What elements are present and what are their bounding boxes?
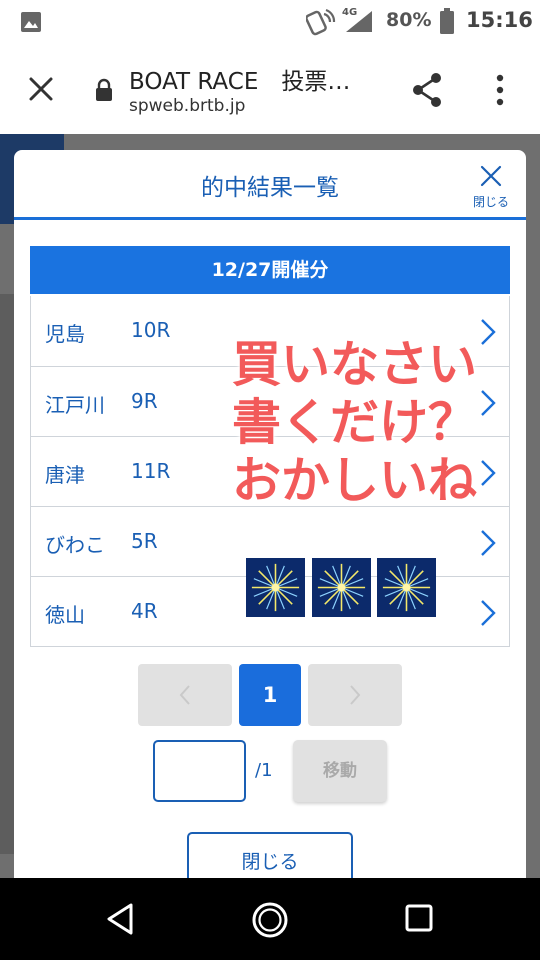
page-title: BOAT RACE 投票…: [129, 69, 351, 95]
page-number-button[interactable]: 1: [239, 664, 301, 726]
back-icon[interactable]: [104, 902, 136, 936]
race-venue: 江戸川: [45, 393, 105, 417]
battery-icon: [440, 8, 454, 34]
clock: 15:16: [466, 8, 533, 32]
recents-icon[interactable]: [404, 903, 434, 933]
gallery-icon: [21, 12, 41, 32]
race-venue: びわこ: [45, 533, 105, 557]
race-venue: 徳山: [45, 603, 85, 627]
overlay-annotation: 買いなさい 書くだけ？ おかしいね: [232, 336, 532, 510]
page-total: /1: [255, 760, 273, 781]
race-number: 10R: [131, 318, 171, 342]
hit-results-modal: 的中結果一覧 閉じる 12/27開催分 児島 10R 江戸川 9R 唐津 11R: [14, 150, 526, 910]
nfc-icon: [306, 8, 336, 36]
next-page-button[interactable]: [308, 664, 402, 726]
date-header: 12/27開催分: [30, 246, 510, 294]
overlay-line: 書くだけ？: [232, 394, 478, 451]
move-button[interactable]: 移動: [293, 740, 387, 802]
chevron-right-icon: [481, 530, 496, 556]
chevron-right-icon: [481, 600, 496, 626]
race-number: 4R: [131, 599, 158, 623]
modal-close-label: 閉じる: [472, 195, 509, 209]
race-number: 11R: [131, 459, 171, 483]
battery-percent: 80%: [386, 9, 432, 31]
fireworks-sticker-icon: [377, 558, 436, 617]
race-number: 5R: [131, 529, 158, 553]
status-bar: 4G 80% 15:16: [0, 0, 540, 44]
fireworks-sticker-icon: [246, 558, 305, 617]
race-number: 9R: [131, 389, 158, 413]
page-url[interactable]: spweb.brtb.jp: [129, 96, 245, 116]
share-icon[interactable]: [410, 70, 446, 110]
signal-icon: [346, 11, 372, 32]
close-icon[interactable]: [24, 72, 58, 106]
more-vert-icon[interactable]: [488, 70, 512, 110]
chevron-right-icon: [350, 685, 361, 705]
chevron-left-icon: [179, 685, 190, 705]
close-icon: [480, 165, 502, 187]
browser-toolbar: BOAT RACE 投票… spweb.brtb.jp: [0, 44, 540, 134]
race-venue: 児島: [45, 322, 85, 346]
system-nav-bar: [0, 878, 540, 960]
modal-header: 的中結果一覧 閉じる: [14, 150, 526, 220]
fireworks-sticker-icon: [312, 558, 371, 617]
home-icon[interactable]: [250, 900, 290, 940]
page-jump-input[interactable]: [153, 740, 246, 802]
race-venue: 唐津: [45, 463, 85, 487]
overlay-line: おかしいね: [232, 452, 478, 509]
modal-close-button[interactable]: 閉じる: [466, 164, 516, 214]
lock-icon: [96, 78, 112, 101]
modal-title: 的中結果一覧: [201, 175, 339, 201]
prev-page-button[interactable]: [138, 664, 232, 726]
overlay-line: 買いなさい: [232, 336, 478, 393]
